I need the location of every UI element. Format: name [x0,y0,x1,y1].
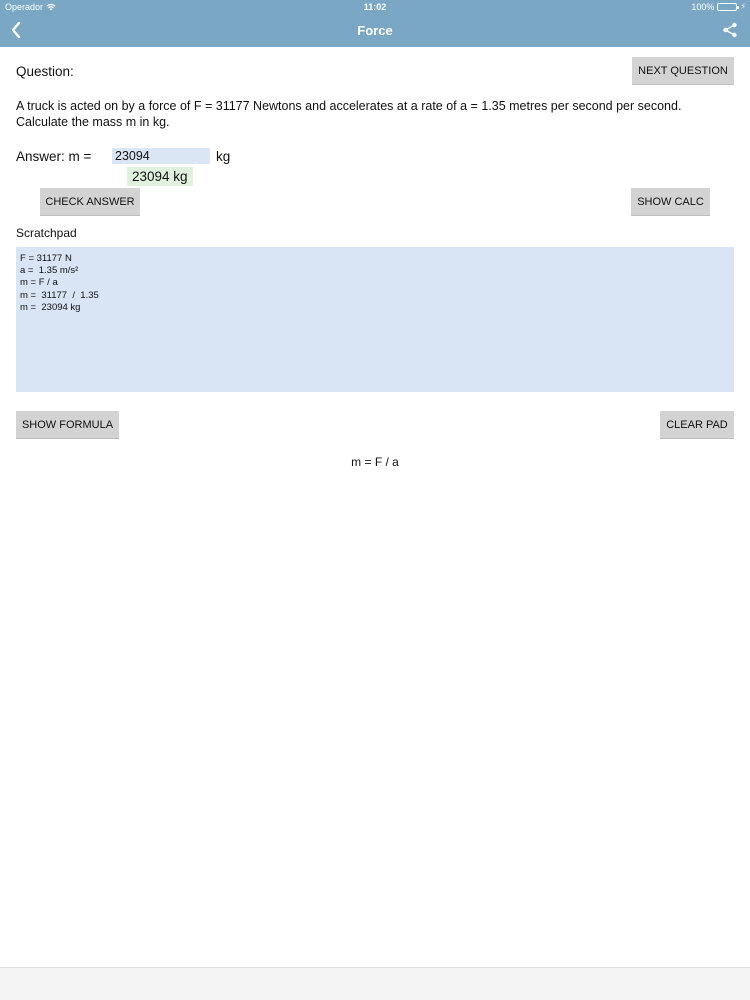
status-bar: Operador 11:02 100% ⚡ [0,0,750,14]
formula-text: m = F / a [351,455,399,469]
answer-input[interactable] [112,148,210,164]
bottom-bar [0,967,750,1000]
status-time: 11:02 [363,2,387,12]
next-question-button[interactable]: NEXT QUESTION [632,57,734,85]
battery-percent: 100% [691,2,715,12]
scratchpad-line: F = 31177 N [20,253,72,264]
scratchpad-line: m = 23094 kg [20,301,81,313]
answer-label: Answer: m = [16,149,92,164]
question-text: A truck is acted on by a force of F = 31… [16,99,682,129]
battery-icon [717,3,740,11]
scratchpad-line: a = 1.35 m/s² [20,265,79,277]
scratchpad-line: m = F / a [20,277,58,289]
share-icon[interactable] [722,22,738,38]
clear-pad-button[interactable]: CLEAR PAD [660,411,734,439]
check-answer-button[interactable]: CHECK ANSWER [40,188,140,216]
answer-unit: kg [216,149,231,164]
scratchpad-label: Scratchpad [16,226,77,240]
answer-result: 23094 kg [127,167,193,186]
top-bar: Operador 11:02 100% ⚡ Force [0,0,750,47]
nav-bar: Force [0,14,750,47]
question-label: Question: [16,64,74,79]
page-title: Force [357,23,393,38]
scratchpad-line: m = 31177 / 1.35 [20,289,99,301]
scratchpad[interactable]: F = 31177 N a = 1.35 m/s² m = F / a m = … [16,247,734,392]
show-calc-button[interactable]: SHOW CALC [631,188,710,216]
charging-icon: ⚡ [740,2,746,11]
battery-status: 100% ⚡ [691,0,746,14]
show-formula-button[interactable]: SHOW FORMULA [16,411,119,439]
